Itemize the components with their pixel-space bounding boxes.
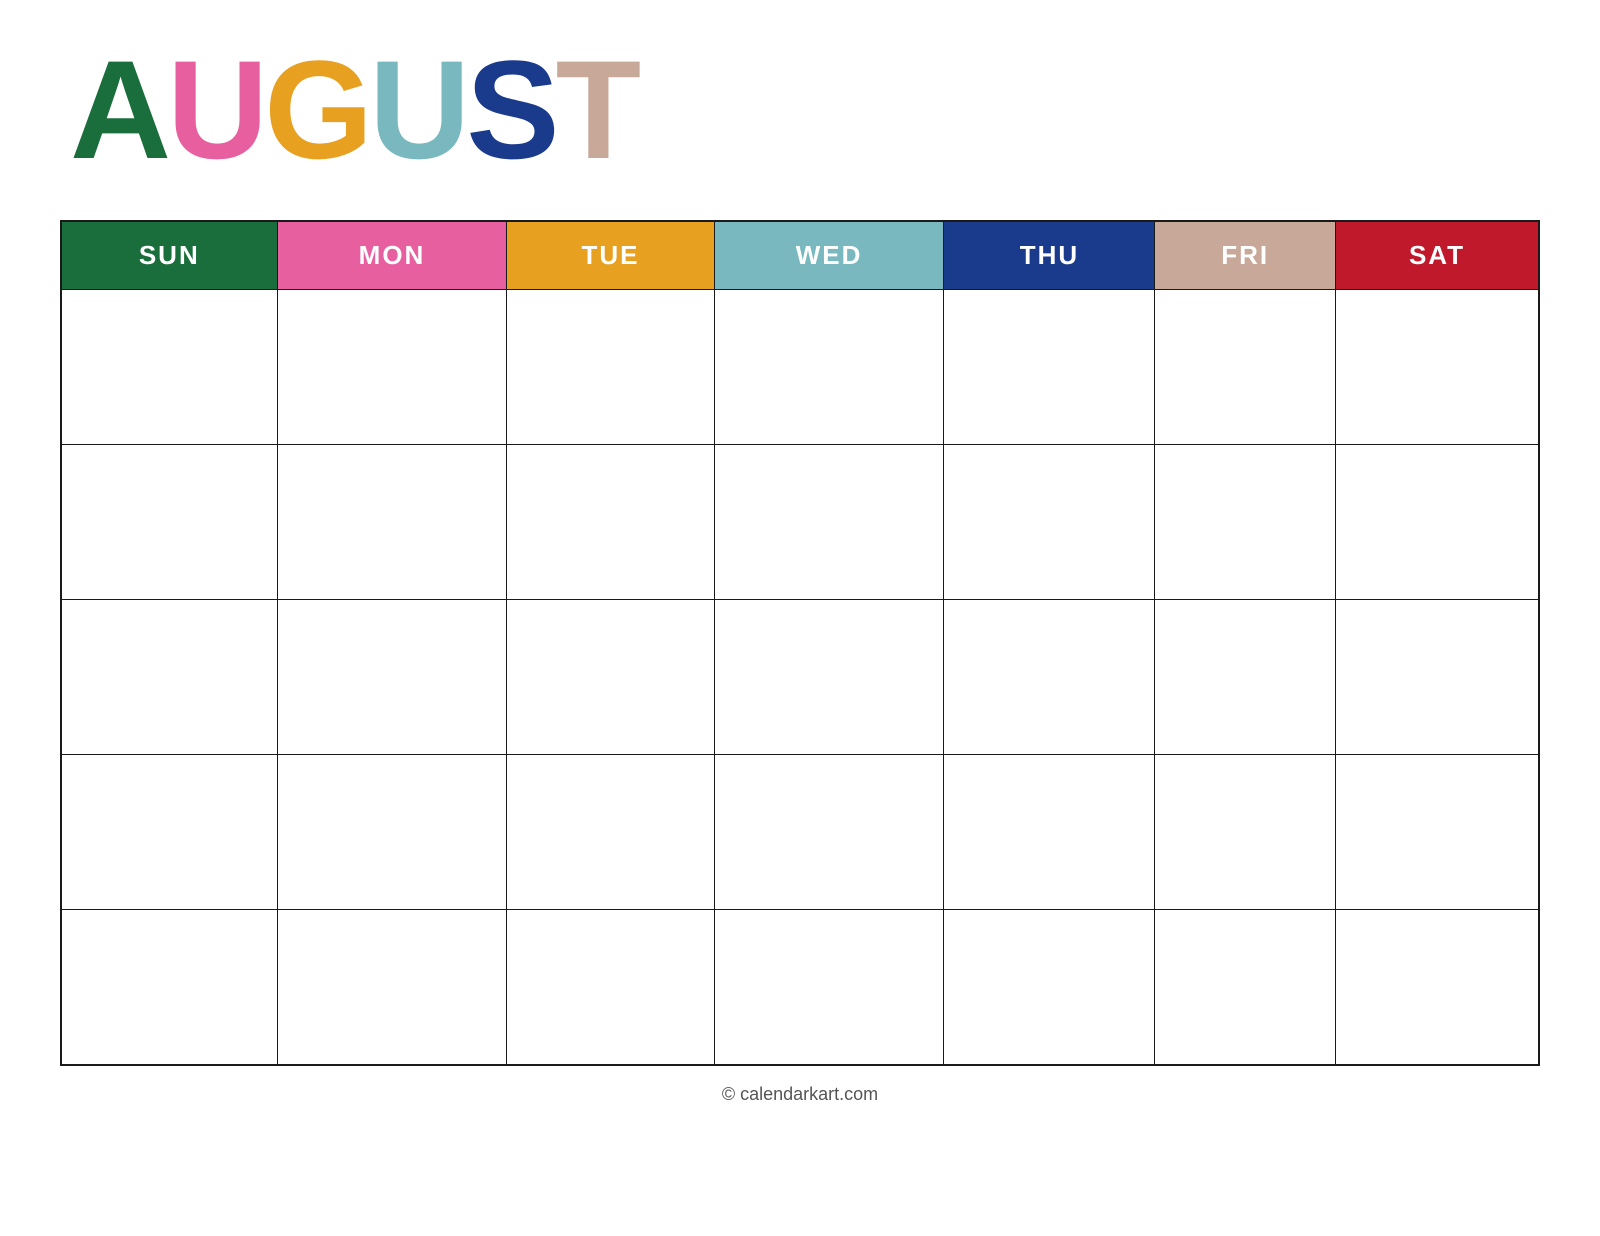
- calendar-cell[interactable]: [277, 910, 507, 1065]
- calendar-row: [61, 910, 1539, 1065]
- day-header-fri: FRI: [1155, 221, 1336, 290]
- day-header-mon: MON: [277, 221, 507, 290]
- calendar-cell[interactable]: [714, 910, 944, 1065]
- calendar-cell[interactable]: [507, 755, 714, 910]
- calendar-cell[interactable]: [507, 910, 714, 1065]
- calendar-cell[interactable]: [61, 290, 277, 445]
- calendar-cell[interactable]: [714, 755, 944, 910]
- day-header-thu: THU: [944, 221, 1155, 290]
- calendar-cell[interactable]: [507, 290, 714, 445]
- calendar-cell[interactable]: [1336, 755, 1539, 910]
- calendar-cell[interactable]: [507, 600, 714, 755]
- calendar-cell[interactable]: [714, 290, 944, 445]
- calendar-cell[interactable]: [1155, 600, 1336, 755]
- calendar-row: [61, 290, 1539, 445]
- calendar-cell[interactable]: [1155, 910, 1336, 1065]
- calendar-cell[interactable]: [61, 600, 277, 755]
- month-title: AUGUST: [60, 40, 1540, 180]
- calendar-cell[interactable]: [277, 600, 507, 755]
- calendar-cell[interactable]: [1155, 755, 1336, 910]
- calendar-cell[interactable]: [61, 445, 277, 600]
- calendar-row: [61, 600, 1539, 755]
- title-letter-4: S: [466, 40, 555, 180]
- calendar-cell[interactable]: [944, 290, 1155, 445]
- title-letter-5: T: [556, 40, 638, 180]
- calendar-cell[interactable]: [1336, 600, 1539, 755]
- calendar-cell[interactable]: [1336, 910, 1539, 1065]
- calendar-cell[interactable]: [61, 755, 277, 910]
- calendar-cell[interactable]: [277, 755, 507, 910]
- calendar-table: SUNMONTUEWEDTHUFRISAT: [60, 220, 1540, 1066]
- calendar-cell[interactable]: [714, 600, 944, 755]
- calendar-row: [61, 445, 1539, 600]
- calendar-cell[interactable]: [944, 755, 1155, 910]
- calendar-cell[interactable]: [1336, 290, 1539, 445]
- calendar-cell[interactable]: [1155, 290, 1336, 445]
- calendar-row: [61, 755, 1539, 910]
- title-letter-1: U: [167, 40, 264, 180]
- day-header-sun: SUN: [61, 221, 277, 290]
- day-header-sat: SAT: [1336, 221, 1539, 290]
- calendar-cell[interactable]: [944, 910, 1155, 1065]
- footer: © calendarkart.com: [60, 1084, 1540, 1105]
- title-letter-2: G: [264, 40, 369, 180]
- day-header-wed: WED: [714, 221, 944, 290]
- calendar-cell[interactable]: [714, 445, 944, 600]
- calendar-cell[interactable]: [1155, 445, 1336, 600]
- calendar-cell[interactable]: [61, 910, 277, 1065]
- calendar-cell[interactable]: [1336, 445, 1539, 600]
- day-header-tue: TUE: [507, 221, 714, 290]
- title-letter-3: U: [369, 40, 466, 180]
- calendar-cell[interactable]: [944, 600, 1155, 755]
- title-letter-0: A: [70, 40, 167, 180]
- footer-text: © calendarkart.com: [722, 1084, 878, 1104]
- calendar-cell[interactable]: [277, 290, 507, 445]
- page-container: AUGUST SUNMONTUEWEDTHUFRISAT © calendark…: [60, 40, 1540, 1105]
- calendar-cell[interactable]: [277, 445, 507, 600]
- calendar-cell[interactable]: [507, 445, 714, 600]
- calendar-cell[interactable]: [944, 445, 1155, 600]
